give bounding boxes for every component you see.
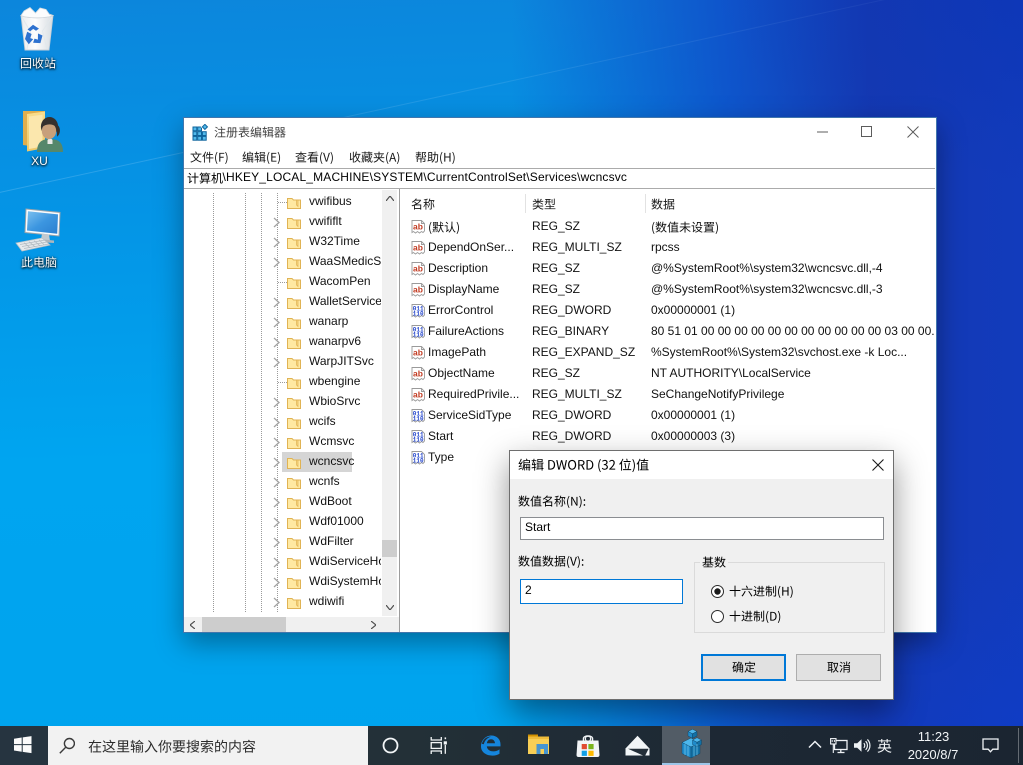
svg-text:ab: ab	[413, 390, 423, 400]
svg-text:ab: ab	[413, 285, 423, 295]
svg-text:110: 110	[413, 311, 424, 318]
svg-text:110: 110	[413, 458, 424, 465]
svg-text:110: 110	[413, 437, 424, 444]
svg-text:ab: ab	[413, 243, 423, 253]
svg-text:ab: ab	[413, 264, 423, 274]
svg-text:110: 110	[413, 332, 424, 339]
svg-text:ab: ab	[413, 369, 423, 379]
svg-text:110: 110	[413, 416, 424, 423]
svg-text:ab: ab	[413, 222, 423, 232]
svg-text:ab: ab	[413, 348, 423, 358]
